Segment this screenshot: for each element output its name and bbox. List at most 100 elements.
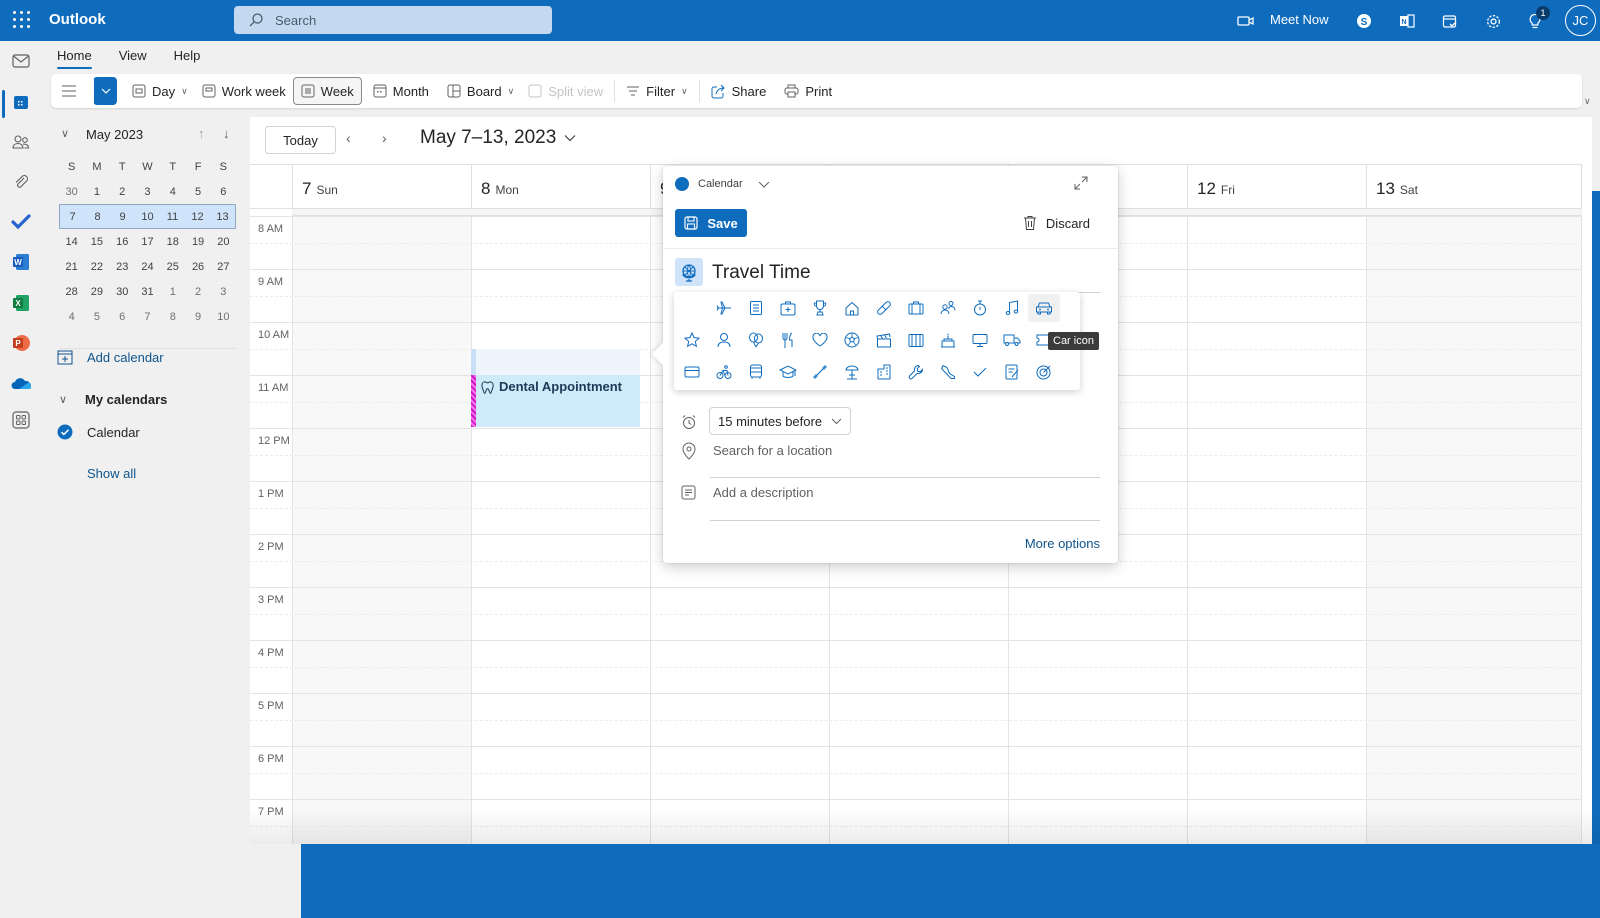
icon-option-empty[interactable] <box>676 294 708 322</box>
calendar-checkbox-item[interactable]: Calendar <box>57 424 140 440</box>
mini-calendar-day[interactable]: 9 <box>185 311 210 323</box>
mini-calendar-day[interactable]: 25 <box>160 261 185 273</box>
my-day-icon[interactable] <box>1439 10 1461 32</box>
collapse-chevron-icon[interactable]: ∨ <box>61 127 69 140</box>
mini-calendar-day[interactable]: 20 <box>211 236 236 248</box>
mini-calendar-day[interactable]: 29 <box>84 286 109 298</box>
ribbon-expand-chevron-icon[interactable]: ∨ <box>1584 96 1591 107</box>
my-calendars-group[interactable]: ∨ My calendars <box>59 392 167 407</box>
description-input[interactable]: Add a description <box>713 485 813 500</box>
avatar[interactable]: JC <box>1565 5 1596 36</box>
task-list-icon[interactable] <box>996 358 1028 386</box>
skype-icon[interactable]: S <box>1353 10 1375 32</box>
mini-calendar-day[interactable]: 10 <box>211 311 236 323</box>
onedrive-icon[interactable] <box>10 372 32 394</box>
monitor-icon[interactable] <box>964 326 996 354</box>
checkmark-icon[interactable] <box>964 358 996 386</box>
first-aid-kit-icon[interactable] <box>772 294 804 322</box>
add-calendar-link[interactable]: Add calendar <box>57 349 164 365</box>
reminder-dropdown[interactable]: 15 minutes before <box>709 407 852 435</box>
filter-button[interactable]: Filter ∨ <box>619 77 694 105</box>
week-view-button[interactable]: Week <box>292 77 362 105</box>
meet-now-button[interactable]: Meet Now <box>1270 12 1329 27</box>
heart-icon[interactable] <box>804 326 836 354</box>
clapperboard-icon[interactable] <box>868 326 900 354</box>
day-view-button[interactable]: Day ∨ <box>125 77 195 105</box>
mini-calendar-day[interactable]: 17 <box>135 236 160 248</box>
mini-calendar-day[interactable]: 18 <box>160 236 185 248</box>
music-note-icon[interactable] <box>996 294 1028 322</box>
bicycle-icon[interactable] <box>708 358 740 386</box>
mini-calendar-day[interactable]: 26 <box>185 261 210 273</box>
mini-calendar-day[interactable]: 19 <box>185 236 210 248</box>
stopwatch-icon[interactable] <box>964 294 996 322</box>
mini-calendar-day[interactable]: 9 <box>110 211 135 223</box>
mini-calendar-day[interactable]: 27 <box>211 261 236 273</box>
day-header[interactable]: 7 Sun <box>292 165 471 210</box>
excel-icon[interactable]: X <box>10 292 32 314</box>
building-icon[interactable] <box>868 358 900 386</box>
next-week-arrow-icon[interactable]: › <box>382 130 387 146</box>
expand-dialog-icon[interactable] <box>1074 176 1088 195</box>
onenote-feed-icon[interactable]: N <box>1396 10 1418 32</box>
tab-help[interactable]: Help <box>174 48 201 69</box>
pill-icon[interactable] <box>868 294 900 322</box>
soccer-ball-icon[interactable] <box>836 326 868 354</box>
mini-calendar-day[interactable]: 1 <box>160 286 185 298</box>
next-month-arrow-icon[interactable]: ↓ <box>223 126 230 141</box>
month-view-button[interactable]: Month <box>366 77 436 105</box>
mini-calendar-day[interactable]: 14 <box>59 236 84 248</box>
truck-icon[interactable] <box>996 326 1028 354</box>
beach-icon[interactable] <box>836 358 868 386</box>
mini-calendar-day[interactable]: 11 <box>160 211 185 223</box>
attachment-paperclip-icon[interactable] <box>10 171 32 193</box>
dumbbell-icon[interactable] <box>804 358 836 386</box>
mini-calendar-day[interactable]: 1 <box>84 186 109 198</box>
mini-calendar-day[interactable]: 21 <box>59 261 84 273</box>
mail-icon[interactable] <box>10 50 32 72</box>
mini-calendar-day[interactable]: 16 <box>110 236 135 248</box>
tab-home[interactable]: Home <box>57 48 92 69</box>
new-event-dropdown[interactable] <box>93 77 117 105</box>
mini-calendar-day[interactable]: 10 <box>135 211 160 223</box>
mini-calendar-day[interactable]: 22 <box>84 261 109 273</box>
print-button[interactable]: Print <box>777 77 839 105</box>
people-icon[interactable] <box>932 294 964 322</box>
mini-calendar-day[interactable]: 13 <box>210 211 235 223</box>
calendar-icon[interactable] <box>10 91 32 113</box>
wrench-icon[interactable] <box>900 358 932 386</box>
person-icon[interactable] <box>708 326 740 354</box>
mini-calendar-day[interactable]: 24 <box>135 261 160 273</box>
mini-calendar-month[interactable]: May 2023 <box>86 127 143 142</box>
balloons-icon[interactable] <box>740 326 772 354</box>
share-button[interactable]: Share <box>704 77 774 105</box>
target-icon[interactable] <box>1028 358 1060 386</box>
star-icon[interactable] <box>676 326 708 354</box>
mini-calendar-day[interactable]: 30 <box>59 186 84 198</box>
show-all-link[interactable]: Show all <box>87 466 136 481</box>
save-button[interactable]: Save <box>675 209 747 237</box>
mini-calendar-day[interactable]: 23 <box>110 261 135 273</box>
mini-calendar-day[interactable]: 3 <box>135 186 160 198</box>
calendar-selector[interactable]: Calendar <box>675 177 770 191</box>
video-camera-icon[interactable] <box>1235 10 1257 32</box>
mini-calendar-day[interactable]: 6 <box>211 186 236 198</box>
work-week-view-button[interactable]: Work week <box>195 77 293 105</box>
graduation-cap-icon[interactable] <box>772 358 804 386</box>
powerpoint-icon[interactable]: P <box>10 332 32 354</box>
notepad-icon[interactable] <box>740 294 772 322</box>
mini-calendar-day[interactable]: 31 <box>135 286 160 298</box>
today-button[interactable]: Today <box>265 126 336 154</box>
mini-calendar-day[interactable]: 8 <box>85 211 110 223</box>
mini-calendar-day[interactable]: 4 <box>160 186 185 198</box>
settings-gear-icon[interactable] <box>1482 10 1504 32</box>
location-input[interactable]: Search for a location <box>713 443 832 458</box>
event-title-input[interactable]: Travel Time <box>712 262 811 284</box>
event-icon-button[interactable] <box>675 258 703 286</box>
previous-week-arrow-icon[interactable]: ‹ <box>346 130 351 146</box>
collapse-pane-button[interactable] <box>51 77 87 105</box>
mini-calendar-day[interactable]: 2 <box>185 286 210 298</box>
day-header[interactable]: 12 Fri <box>1187 165 1366 210</box>
mini-calendar-day[interactable]: 5 <box>84 311 109 323</box>
new-event-placeholder[interactable] <box>471 349 640 375</box>
